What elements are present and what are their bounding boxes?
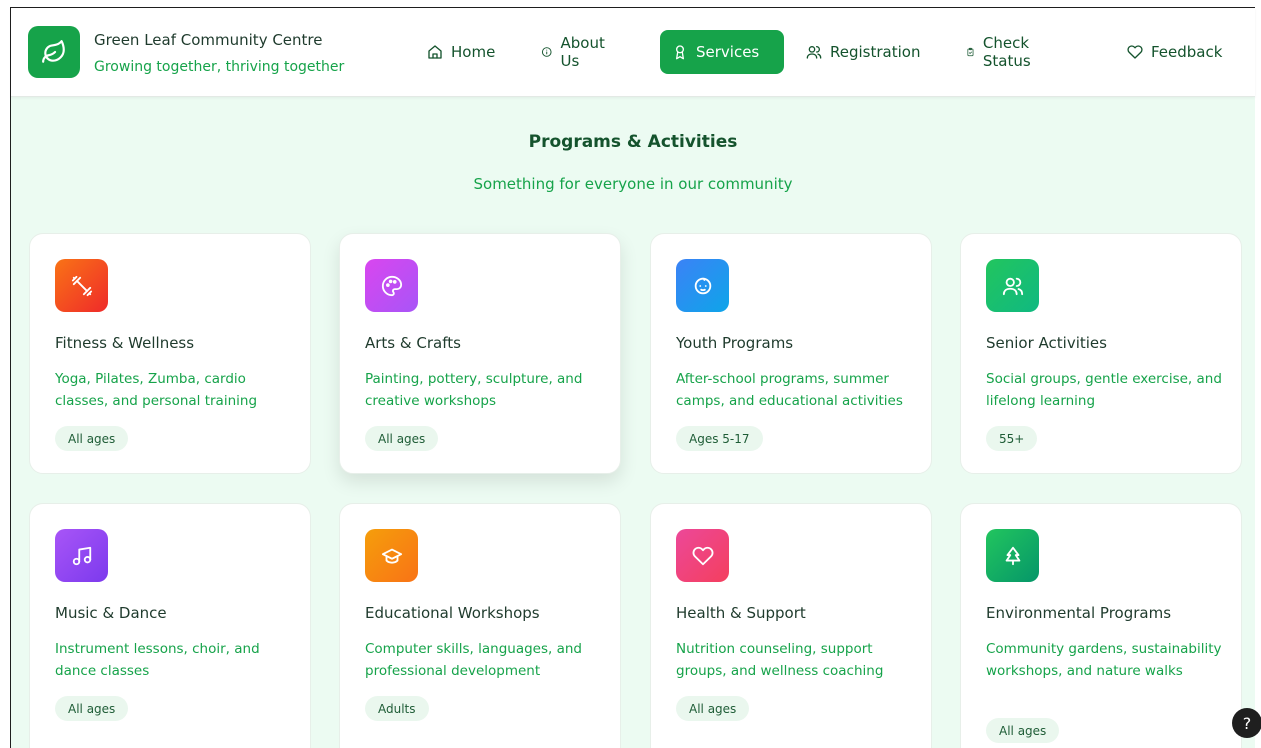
program-card-environment[interactable]: Environmental Programs Community gardens… bbox=[960, 503, 1242, 748]
nav-feedback-label: Feedback bbox=[1151, 43, 1223, 61]
program-title: Health & Support bbox=[676, 604, 806, 622]
program-description: Instrument lessons, choir, and dance cla… bbox=[55, 641, 260, 679]
window-frame-left bbox=[0, 8, 10, 748]
age-badge: All ages bbox=[676, 696, 750, 721]
program-icon-box bbox=[365, 529, 418, 582]
program-description: Computer skills, languages, and professi… bbox=[365, 641, 582, 679]
window-frame-right bbox=[1255, 8, 1261, 748]
help-icon: ? bbox=[1242, 713, 1252, 733]
program-description: Social groups, gentle exercise, and life… bbox=[986, 371, 1222, 409]
program-card-arts[interactable]: Arts & Crafts Painting, pottery, sculptu… bbox=[339, 233, 621, 474]
nav-feedback[interactable]: Feedback bbox=[1115, 30, 1234, 74]
program-card-music[interactable]: Music & Dance Instrument lessons, choir,… bbox=[29, 503, 311, 748]
brand-title: Green Leaf Community Centre bbox=[94, 31, 323, 49]
tree-icon bbox=[1005, 546, 1020, 565]
logo[interactable] bbox=[28, 26, 80, 78]
program-title: Environmental Programs bbox=[986, 604, 1172, 622]
nav-services-label: Services bbox=[696, 43, 760, 61]
program-description: Nutrition counseling, support groups, an… bbox=[676, 641, 884, 679]
nav-about-label: About Us bbox=[560, 34, 605, 70]
nav-registration[interactable]: Registration bbox=[794, 30, 932, 74]
nav-services[interactable]: Services bbox=[660, 30, 784, 74]
program-card-fitness[interactable]: Fitness & Wellness Yoga, Pilates, Zumba,… bbox=[29, 233, 311, 474]
program-card-senior[interactable]: Senior Activities Social groups, gentle … bbox=[960, 233, 1242, 474]
program-card-education[interactable]: Educational Workshops Computer skills, l… bbox=[339, 503, 621, 748]
users-icon bbox=[806, 46, 822, 59]
nav-home-label: Home bbox=[451, 43, 496, 61]
program-description: Yoga, Pilates, Zumba, cardio classes, an… bbox=[55, 371, 258, 409]
section-title: Programs & Activities bbox=[528, 132, 738, 152]
heart-icon bbox=[1127, 45, 1143, 59]
program-title: Fitness & Wellness bbox=[55, 334, 195, 352]
music-icon bbox=[72, 546, 91, 565]
program-title: Arts & Crafts bbox=[365, 334, 461, 352]
heart-icon bbox=[692, 546, 713, 565]
nav-check-status-label: Check Status bbox=[982, 34, 1031, 70]
baby-icon bbox=[694, 277, 711, 294]
leaf-icon bbox=[42, 40, 65, 63]
site-header: Green Leaf Community Centre Growing toge… bbox=[11, 8, 1255, 97]
section-subtitle: Something for everyone in our community bbox=[473, 175, 793, 193]
age-badge: All ages bbox=[986, 718, 1060, 743]
nav-about[interactable]: About Us bbox=[529, 30, 621, 74]
program-card-health[interactable]: Health & Support Nutrition counseling, s… bbox=[650, 503, 932, 748]
dumbbell-icon bbox=[71, 275, 92, 296]
window-frame-edge bbox=[10, 8, 11, 748]
age-badge: 55+ bbox=[986, 426, 1038, 451]
program-icon-box bbox=[986, 529, 1039, 582]
program-icon-box bbox=[676, 529, 729, 582]
program-card-youth[interactable]: Youth Programs After-school programs, su… bbox=[650, 233, 932, 474]
program-icon-box bbox=[986, 259, 1039, 312]
graduation-cap-icon bbox=[381, 548, 402, 564]
clipboard-check-icon bbox=[967, 47, 974, 57]
nav-home[interactable]: Home bbox=[415, 30, 507, 74]
program-description: Community gardens, sustainability worksh… bbox=[986, 641, 1222, 679]
program-title: Educational Workshops bbox=[365, 604, 540, 622]
info-icon bbox=[541, 47, 552, 57]
program-description: After-school programs, summer camps, and… bbox=[676, 371, 903, 409]
program-title: Youth Programs bbox=[676, 334, 794, 352]
home-icon bbox=[428, 45, 442, 59]
nav-check-status[interactable]: Check Status bbox=[954, 30, 1050, 74]
palette-icon bbox=[381, 275, 402, 296]
nav-registration-label: Registration bbox=[830, 43, 921, 61]
age-badge: Ages 5-17 bbox=[676, 426, 763, 451]
award-icon bbox=[676, 45, 684, 60]
age-badge: All ages bbox=[365, 426, 439, 451]
age-badge: All ages bbox=[55, 426, 129, 451]
program-title: Music & Dance bbox=[55, 604, 167, 622]
program-icon-box bbox=[55, 529, 108, 582]
program-description: Painting, pottery, sculpture, and creati… bbox=[365, 371, 583, 409]
program-icon-box bbox=[55, 259, 108, 312]
program-icon-box bbox=[365, 259, 418, 312]
program-icon-box bbox=[676, 259, 729, 312]
users-icon bbox=[1002, 277, 1023, 295]
brand-tagline: Growing together, thriving together bbox=[94, 59, 345, 75]
program-title: Senior Activities bbox=[986, 334, 1107, 352]
age-badge: Adults bbox=[365, 696, 429, 721]
age-badge: All ages bbox=[55, 696, 129, 721]
help-button[interactable]: ? bbox=[1232, 708, 1261, 738]
